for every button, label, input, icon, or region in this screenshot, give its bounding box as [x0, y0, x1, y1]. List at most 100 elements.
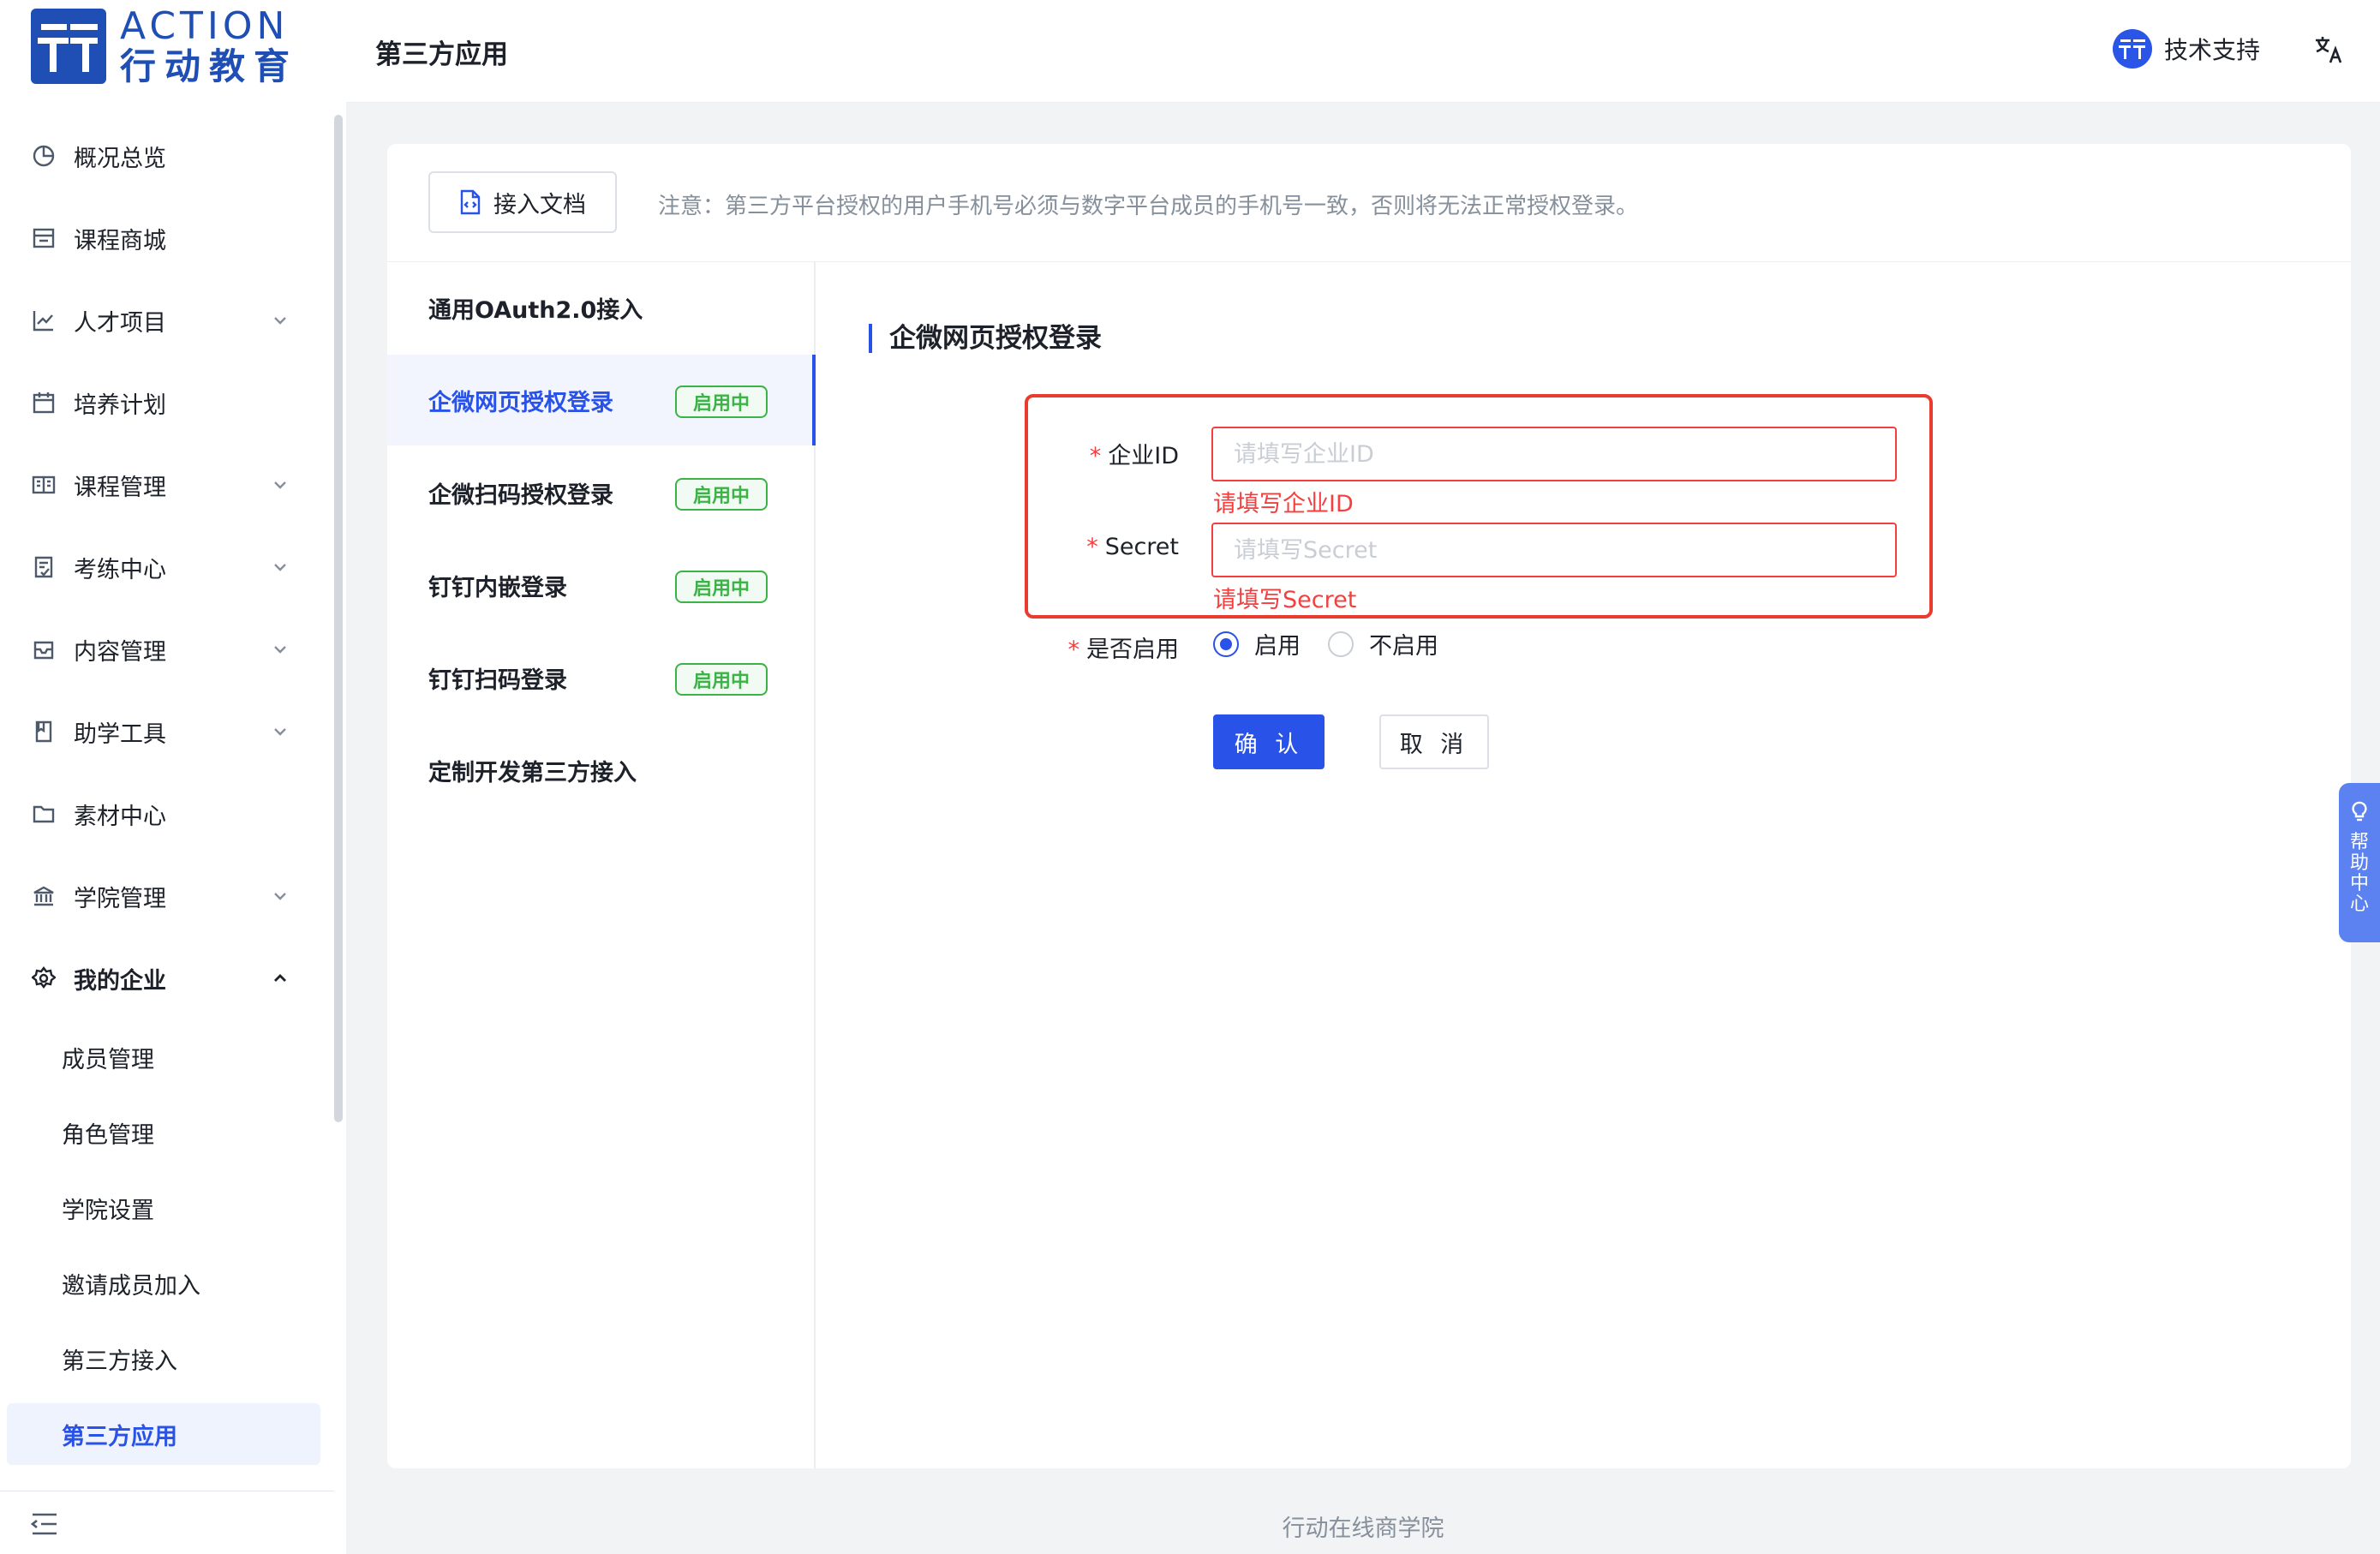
sidebar-item-label: 培养计划 — [74, 391, 166, 419]
exam-icon — [31, 554, 57, 580]
tech-support-link[interactable]: 技术支持 — [2112, 29, 2260, 69]
sidebar-item-exam-center[interactable]: 考练中心 — [0, 526, 334, 608]
required-mark: * — [1089, 443, 1102, 469]
sidebar-item-label: 人才项目 — [74, 309, 166, 337]
sidebar-item-training-plan[interactable]: 培养计划 — [0, 362, 334, 444]
radio-unchecked-icon[interactable] — [1328, 631, 1354, 657]
sidebar-footer — [0, 1491, 334, 1554]
sidebar: ACTION 行动教育 概况总览 课程商城 人才项目 培养计划 课程管理 考练中… — [0, 0, 346, 1554]
chevron-down-icon — [274, 893, 286, 900]
top-header: 第三方应用 技术支持 — [346, 0, 2380, 103]
inbox-icon — [31, 637, 57, 662]
chevron-down-icon — [274, 317, 286, 325]
store-icon — [31, 225, 57, 251]
method-item-wecom-web-auth[interactable]: 企微网页授权登录 启用中 — [387, 355, 816, 445]
sidebar-scrollbar[interactable] — [334, 115, 343, 1122]
status-badge: 启用中 — [675, 571, 768, 603]
sidebar-subitem-role-management[interactable]: 角色管理 — [0, 1095, 334, 1170]
sidebar-item-label: 我的企业 — [74, 967, 166, 995]
lightbulb-icon — [2352, 801, 2367, 822]
sidebar-item-material-center[interactable]: 素材中心 — [0, 773, 334, 855]
line-chart-icon — [31, 308, 57, 333]
sidebar-item-course-store[interactable]: 课程商城 — [0, 197, 334, 279]
sidebar-item-my-enterprise[interactable]: 我的企业 — [0, 937, 334, 1019]
sidebar-nav: 概况总览 课程商城 人才项目 培养计划 课程管理 考练中心 内容管理 助学工具 … — [0, 115, 334, 1465]
chevron-up-icon — [274, 974, 286, 982]
sidebar-subitem-invite-members[interactable]: 邀请成员加入 — [0, 1246, 334, 1321]
sidebar-item-talent-project[interactable]: 人才项目 — [0, 279, 334, 362]
corp-id-input[interactable] — [1211, 427, 1897, 481]
enable-radio-off[interactable]: 不启用 — [1328, 627, 1438, 660]
method-item-label: 定制开发第三方接入 — [428, 759, 637, 786]
chevron-down-icon — [274, 728, 286, 736]
method-item-label: 钉钉内嵌登录 — [428, 574, 567, 601]
integration-method-list: 通用OAuth2.0接入 企微网页授权登录 启用中 企微扫码授权登录 启用中 钉… — [387, 262, 816, 1468]
sidebar-item-overview[interactable]: 概况总览 — [0, 115, 334, 197]
radio-label: 不启用 — [1369, 633, 1438, 660]
integration-docs-button[interactable]: 接入文档 — [428, 171, 617, 233]
sidebar-item-label: 内容管理 — [74, 638, 166, 666]
chevron-down-icon — [274, 646, 286, 654]
method-item-custom-integration[interactable]: 定制开发第三方接入 — [387, 725, 816, 816]
code-file-icon — [460, 189, 481, 215]
status-badge: 启用中 — [675, 478, 768, 511]
folder-icon — [31, 801, 57, 827]
cancel-button[interactable]: 取 消 — [1379, 714, 1489, 769]
main-card: 接入文档 注意：第三方平台授权的用户手机号必须与数字平台成员的手机号一致，否则将… — [387, 144, 2351, 1468]
secret-label: * Secret — [1086, 534, 1179, 560]
sidebar-item-course-management[interactable]: 课程管理 — [0, 444, 334, 526]
calendar-icon — [31, 390, 57, 415]
integration-docs-label: 接入文档 — [493, 191, 586, 218]
support-logo-icon — [2112, 29, 2152, 69]
logo-text-en: ACTION — [120, 4, 290, 48]
help-center-label: 帮助中心 — [2349, 832, 2369, 915]
enable-radio-on[interactable]: 启用 — [1213, 627, 1301, 660]
confirm-button[interactable]: 确 认 — [1213, 714, 1325, 769]
sidebar-item-content-management[interactable]: 内容管理 — [0, 608, 334, 690]
sidebar-item-label: 课程管理 — [74, 474, 166, 501]
logo-text-cn: 行动教育 — [120, 45, 299, 87]
method-item-oauth[interactable]: 通用OAuth2.0接入 — [387, 262, 816, 353]
radio-checked-icon[interactable] — [1213, 631, 1239, 657]
gear-icon — [31, 965, 57, 991]
enable-radio-group: 启用 不启用 — [1213, 627, 1466, 660]
sidebar-item-label: 助学工具 — [74, 720, 166, 748]
method-item-label: 钉钉扫码登录 — [428, 666, 567, 694]
auth-notice-text: 注意：第三方平台授权的用户手机号必须与数字平台成员的手机号一致，否则将无法正常授… — [658, 194, 1639, 219]
logo[interactable]: ACTION 行动教育 — [31, 3, 298, 89]
menu-collapse-icon[interactable] — [31, 1512, 58, 1536]
section-title: 企微网页授权登录 — [869, 324, 1102, 353]
sidebar-item-label: 考练中心 — [74, 556, 166, 583]
pie-chart-icon — [31, 143, 57, 169]
sidebar-subitem-third-party-access[interactable]: 第三方接入 — [0, 1321, 334, 1396]
help-center-tab[interactable]: 帮助中心 — [2339, 783, 2380, 942]
chevron-down-icon — [274, 481, 286, 489]
secret-input[interactable] — [1211, 523, 1897, 577]
method-item-wecom-qr-auth[interactable]: 企微扫码授权登录 启用中 — [387, 447, 816, 538]
secret-error: 请填写Secret — [1213, 587, 1357, 613]
method-item-dingtalk-qr[interactable]: 钉钉扫码登录 启用中 — [387, 632, 816, 723]
corp-id-error: 请填写企业ID — [1213, 491, 1354, 517]
required-mark: * — [1086, 534, 1098, 560]
method-item-label: 通用OAuth2.0接入 — [428, 296, 643, 324]
sidebar-item-label: 课程商城 — [74, 227, 166, 254]
sidebar-subitem-member-management[interactable]: 成员管理 — [0, 1019, 334, 1095]
sidebar-item-label: 概况总览 — [74, 145, 166, 172]
sidebar-item-academy-management[interactable]: 学院管理 — [0, 855, 334, 937]
sidebar-item-study-tools[interactable]: 助学工具 — [0, 690, 334, 773]
page-footer: 行动在线商学院 — [1282, 1515, 1444, 1542]
status-badge: 启用中 — [675, 386, 768, 418]
translate-icon[interactable] — [2313, 34, 2344, 65]
chevron-down-icon — [274, 564, 286, 571]
sidebar-subitem-academy-settings[interactable]: 学院设置 — [0, 1170, 334, 1246]
sidebar-subitem-third-party-apps[interactable]: 第三方应用 — [7, 1403, 320, 1465]
sidebar-item-label: 学院管理 — [74, 885, 166, 912]
logo-mark-icon — [31, 9, 106, 84]
tech-support-label: 技术支持 — [2163, 36, 2260, 64]
radio-label: 启用 — [1254, 633, 1301, 660]
status-badge: 启用中 — [675, 663, 768, 696]
method-item-dingtalk-embedded[interactable]: 钉钉内嵌登录 启用中 — [387, 540, 816, 631]
method-item-label: 企微扫码授权登录 — [428, 481, 613, 509]
corp-id-label: * 企业ID — [1089, 443, 1179, 469]
book-open-icon — [31, 472, 57, 498]
